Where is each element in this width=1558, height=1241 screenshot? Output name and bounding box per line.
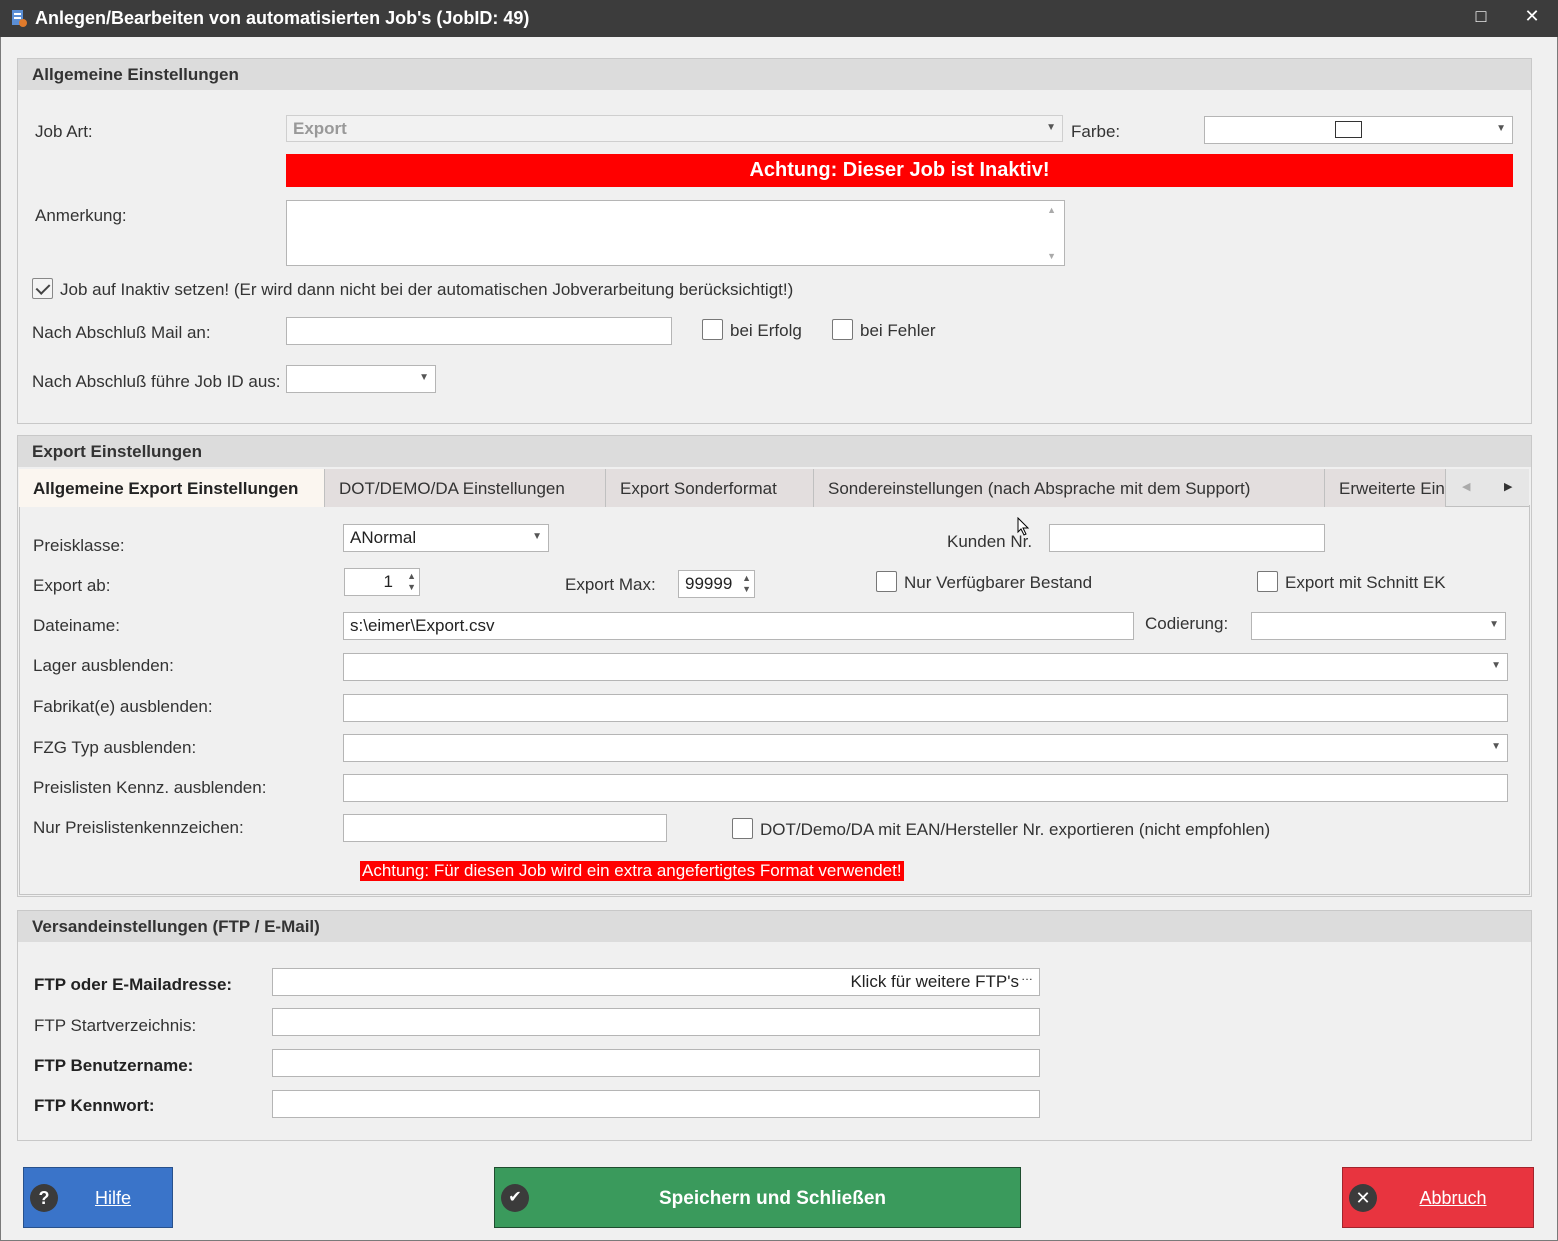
nur-verfuegbar-label: Nur Verfügbarer Bestand [904, 573, 1093, 592]
job-art-value: Export [293, 119, 347, 138]
step-down-icon[interactable]: ▼ [407, 582, 416, 592]
ftp-address-label: FTP oder E-Mailadresse: [34, 975, 233, 994]
schnitt-ek-checkbox[interactable] [1257, 571, 1278, 592]
preisklasse-value: ANormal [350, 528, 417, 547]
inactive-warning-bar: Achtung: Dieser Job ist Inaktiv! [286, 154, 1513, 187]
tab-export-sonderformat[interactable]: Export Sonderformat [606, 469, 814, 507]
color-swatch [1335, 121, 1362, 138]
ftp-address-input[interactable]: Klick für weitere FTP's … [272, 968, 1040, 996]
codierung-select[interactable]: ▼ [1251, 612, 1506, 640]
dateiname-label: Dateiname: [33, 616, 120, 635]
general-settings-header: Allgemeine Einstellungen [18, 59, 1531, 90]
help-button[interactable]: ? Hilfe [23, 1167, 173, 1228]
chevron-down-icon: ▼ [1046, 122, 1056, 133]
step-up-icon[interactable]: ▲ [407, 571, 416, 581]
codierung-label: Codierung: [1145, 614, 1229, 633]
cancel-button[interactable]: ✕ Abbruch [1342, 1167, 1534, 1228]
ftp-user-input[interactable] [272, 1049, 1040, 1077]
title-bar: Anlegen/Bearbeiten von automatisierten J… [0, 0, 1558, 37]
chevron-down-icon: ▼ [1489, 619, 1499, 630]
anmerkung-label: Anmerkung: [35, 206, 127, 225]
tab-allgemeine-export[interactable]: Allgemeine Export Einstellungen [19, 469, 325, 507]
lager-label: Lager ausblenden: [33, 656, 174, 675]
inactive-checkbox-label: Job auf Inaktiv setzen! (Er wird dann ni… [60, 280, 794, 299]
scroll-up-icon[interactable]: ▲ [1047, 205, 1056, 215]
dateiname-value: s:\eimer\Export.csv [350, 616, 495, 635]
step-up-icon[interactable]: ▲ [742, 573, 751, 583]
ean-label: DOT/Demo/DA mit EAN/Hersteller Nr. expor… [760, 820, 1271, 839]
schnitt-ek-label: Export mit Schnitt EK [1285, 573, 1446, 592]
lager-select[interactable]: ▼ [343, 653, 1508, 681]
chevron-down-icon: ▼ [1491, 660, 1501, 671]
chevron-down-icon: ▼ [1496, 123, 1506, 134]
save-button[interactable]: ✔ Speichern und Schließen [494, 1167, 1021, 1228]
preislisten-label: Preislisten Kennz. ausblenden: [33, 778, 267, 797]
tab-scroll-right-icon[interactable]: ▶ [1504, 480, 1512, 493]
export-settings-header: Export Einstellungen [18, 436, 1531, 467]
tab-dot-demo-da[interactable]: DOT/DEMO/DA Einstellungen [325, 469, 606, 507]
ftp-user-label: FTP Benutzername: [34, 1056, 194, 1075]
nur-preisliste-label: Nur Preislistenkennzeichen: [33, 818, 244, 837]
job-art-label: Job Art: [35, 122, 93, 141]
ftp-password-label: FTP Kennwort: [34, 1096, 155, 1115]
fzg-select[interactable]: ▼ [343, 734, 1508, 762]
tab-erweiterte[interactable]: Erweiterte Ein [1325, 469, 1446, 507]
tab-sondereinstellungen[interactable]: Sondereinstellungen (nach Absprache mit … [814, 469, 1325, 507]
export-ab-value: 1 [383, 572, 393, 591]
maximize-button[interactable]: □ [1461, 6, 1501, 27]
nur-verfuegbar-checkbox[interactable] [876, 571, 897, 592]
ftp-password-input[interactable] [272, 1090, 1040, 1118]
scroll-down-icon[interactable]: ▼ [1047, 251, 1056, 261]
mail-input[interactable] [286, 317, 672, 345]
ftp-start-input[interactable] [272, 1008, 1040, 1036]
preisklasse-select[interactable]: ANormal ▼ [343, 524, 549, 552]
export-tab-strip: Allgemeine Export Einstellungen DOT/DEMO… [19, 469, 1529, 507]
inactive-checkbox[interactable] [32, 278, 53, 299]
nur-preisliste-input[interactable] [343, 814, 667, 842]
farbe-label: Farbe: [1071, 122, 1121, 141]
save-button-label: Speichern und Schließen [659, 1188, 886, 1209]
cancel-button-label: Abbruch [1419, 1188, 1487, 1208]
job-art-select: Export ▼ [286, 115, 1063, 142]
export-max-label: Export Max: [565, 575, 656, 594]
ftp-start-label: FTP Startverzeichnis: [34, 1016, 197, 1035]
mail-label: Nach Abschluß Mail an: [32, 323, 211, 342]
bei-fehler-checkbox[interactable] [832, 319, 853, 340]
dateiname-input[interactable]: s:\eimer\Export.csv [343, 612, 1134, 640]
mouse-cursor-icon [1017, 517, 1030, 536]
export-ab-label: Export ab: [33, 576, 111, 595]
close-button[interactable]: ✕ [1512, 6, 1552, 27]
app-icon [12, 10, 27, 27]
farbe-select[interactable]: ▼ [1204, 116, 1513, 144]
fabrikat-label: Fabrikat(e) ausblenden: [33, 697, 213, 716]
next-job-select[interactable]: ▼ [286, 365, 436, 393]
preisklasse-label: Preisklasse: [33, 536, 125, 555]
export-max-value: 99999 [685, 574, 733, 593]
fzg-label: FZG Typ ausblenden: [33, 738, 197, 757]
shipping-settings-header: Versandeinstellungen (FTP / E-Mail) [18, 911, 1531, 942]
chevron-down-icon: ▼ [419, 372, 429, 383]
format-warning: Achtung: Für diesen Job wird ein extra a… [360, 861, 904, 881]
step-down-icon[interactable]: ▼ [742, 584, 751, 594]
preislisten-input[interactable] [343, 774, 1508, 802]
window-title: Anlegen/Bearbeiten von automatisierten J… [35, 8, 530, 28]
bei-fehler-label: bei Fehler [860, 321, 936, 340]
ean-checkbox[interactable] [732, 818, 753, 839]
tab-scroll-left-icon[interactable]: ◀ [1462, 480, 1470, 493]
anmerkung-textarea[interactable]: ▲ ▼ [286, 200, 1065, 266]
ellipsis-icon[interactable]: … [1021, 969, 1033, 983]
help-button-label: Hilfe [94, 1188, 131, 1208]
export-ab-stepper[interactable]: 1 ▲ ▼ [344, 568, 420, 596]
bei-erfolg-checkbox[interactable] [702, 319, 723, 340]
chevron-down-icon: ▼ [1491, 741, 1501, 752]
ftp-more-link[interactable]: Klick für weitere FTP's [850, 972, 1019, 991]
next-job-label: Nach Abschluß führe Job ID aus: [32, 372, 281, 391]
kunden-nr-input[interactable] [1049, 524, 1325, 552]
bei-erfolg-label: bei Erfolg [730, 321, 802, 340]
fabrikat-input[interactable] [343, 694, 1508, 722]
chevron-down-icon: ▼ [532, 531, 542, 542]
export-max-stepper[interactable]: 99999 ▲ ▼ [678, 570, 755, 598]
